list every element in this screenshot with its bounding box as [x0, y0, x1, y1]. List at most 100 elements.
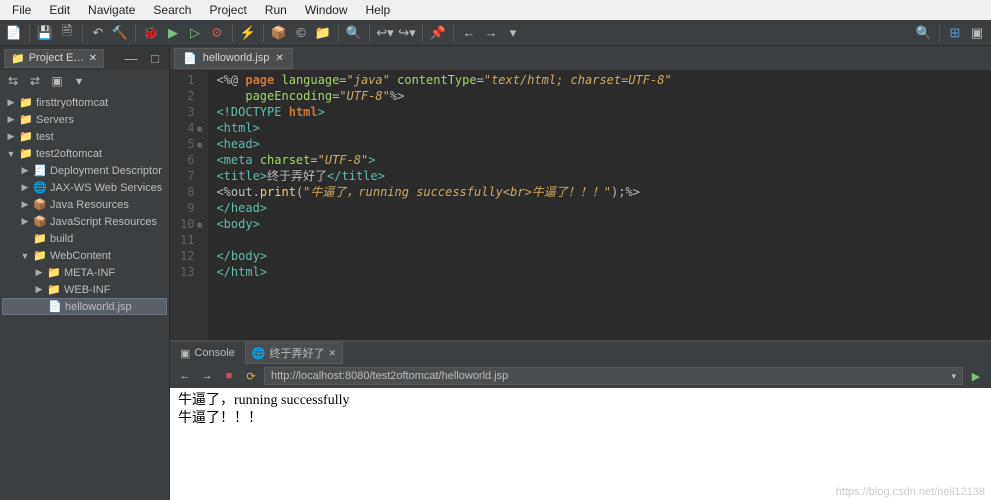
view-menu-icon[interactable]: ▾ [70, 72, 88, 90]
tree-item[interactable]: ▶📦JavaScript Resources [2, 213, 167, 230]
pin-icon[interactable]: 📌 [428, 23, 448, 43]
tree-item[interactable]: 📁build [2, 230, 167, 247]
nav-back-dropdown-icon[interactable]: ↩▾ [375, 23, 395, 43]
open-perspective-icon[interactable]: ⊞ [945, 23, 965, 43]
nav-forward-icon[interactable]: → [481, 23, 501, 43]
new-server-icon[interactable]: ⚡ [238, 23, 258, 43]
close-icon[interactable]: ✕ [275, 53, 283, 64]
url-input[interactable] [271, 370, 947, 382]
bottom-tab-终于弄好了[interactable]: 🌐终于弄好了✕ [245, 342, 343, 364]
code-editor[interactable]: 1 2 3 4⊕5⊕6 7 8 9 10⊕11 12 13 <%@ page l… [170, 70, 991, 340]
expand-icon[interactable]: ▶ [34, 284, 44, 295]
menu-help[interactable]: Help [358, 2, 399, 18]
project-tree[interactable]: ▶📁firsttryoftomcat▶📁Servers▶📁test▼📁test2… [0, 92, 169, 500]
maximize-icon[interactable]: □ [145, 48, 165, 68]
tree-item[interactable]: ▶📁test [2, 128, 167, 145]
expand-icon[interactable]: ▼ [6, 149, 16, 159]
undo-icon[interactable]: ↶ [88, 23, 108, 43]
tree-label: JavaScript Resources [50, 216, 157, 228]
expand-icon[interactable]: ▶ [6, 114, 16, 125]
address-bar[interactable]: ▾ [264, 367, 963, 385]
browser-toolbar: ← → ■ ⟳ ▾ ▶ [170, 364, 991, 388]
browser-go-icon[interactable]: ▶ [967, 367, 985, 385]
watermark: https://blog.csdn.net/neil12138 [836, 486, 985, 498]
tree-item[interactable]: ▶🧾Deployment Descriptor [2, 162, 167, 179]
run-icon[interactable]: ▶ [163, 23, 183, 43]
menu-navigate[interactable]: Navigate [80, 2, 143, 18]
expand-icon[interactable]: ▶ [20, 165, 30, 176]
quick-access-icon[interactable]: 🔍 [914, 23, 934, 43]
expand-icon[interactable]: ▶ [6, 97, 16, 108]
nav-dropdown-icon[interactable]: ▾ [503, 23, 523, 43]
new-icon[interactable]: 📄 [4, 23, 24, 43]
tree-item[interactable]: ▶📁META-INF [2, 264, 167, 281]
focus-icon[interactable]: ▣ [48, 72, 66, 90]
editor-tab-helloworld[interactable]: 📄 helloworld.jsp ✕ [174, 48, 293, 69]
nav-back-icon[interactable]: ← [459, 23, 479, 43]
folder-icon: 📁 [11, 52, 25, 65]
tree-item[interactable]: ▶🌐JAX-WS Web Services [2, 179, 167, 196]
descriptor-icon: 🧾 [33, 164, 47, 178]
tree-item[interactable]: 📄helloworld.jsp [2, 298, 167, 315]
folder-icon: 📁 [47, 283, 61, 297]
tree-label: META-INF [64, 267, 115, 279]
new-package-icon[interactable]: 📦 [269, 23, 289, 43]
tree-label: Java Resources [50, 199, 129, 211]
expand-icon[interactable]: ▶ [20, 182, 30, 193]
search-icon[interactable]: 🔍 [344, 23, 364, 43]
new-folder-icon[interactable]: 📁 [313, 23, 333, 43]
expand-icon[interactable]: ▶ [34, 267, 44, 278]
url-dropdown-icon[interactable]: ▾ [947, 371, 956, 382]
tree-label: build [50, 233, 73, 245]
explorer-title: Project Expl… [29, 52, 85, 64]
page-text: 牛逼了！！！ [178, 410, 983, 428]
save-icon[interactable]: 💾 [35, 23, 55, 43]
explorer-tab[interactable]: 📁 Project Expl… ✕ [4, 49, 104, 68]
expand-icon[interactable]: ▼ [20, 251, 30, 261]
menu-project[interactable]: Project [201, 2, 254, 18]
editor-tab-label: helloworld.jsp [203, 52, 270, 64]
tree-label: Deployment Descriptor [50, 165, 162, 177]
tree-item[interactable]: ▶📁WEB-INF [2, 281, 167, 298]
close-icon[interactable]: ✕ [328, 348, 336, 359]
minimize-icon[interactable]: — [121, 48, 141, 68]
ext-tools-icon[interactable]: ⚙ [207, 23, 227, 43]
browser-forward-icon[interactable]: → [198, 367, 216, 385]
save-all-icon[interactable]: 🗎 [57, 23, 77, 43]
expand-icon[interactable]: ▶ [20, 216, 30, 227]
run-last-icon[interactable]: ▷ [185, 23, 205, 43]
menu-file[interactable]: File [4, 2, 39, 18]
build-icon[interactable]: 🔨 [110, 23, 130, 43]
browser-stop-icon[interactable]: ■ [220, 367, 238, 385]
page-text: 牛逼了，running successfully [178, 392, 983, 410]
menu-window[interactable]: Window [297, 2, 356, 18]
expand-icon[interactable]: ▶ [20, 199, 30, 210]
tree-item[interactable]: ▶📁firsttryoftomcat [2, 94, 167, 111]
jaxws-icon: 🌐 [33, 181, 47, 195]
project-icon: 📁 [19, 113, 33, 127]
src-icon: 📦 [33, 215, 47, 229]
browser-viewport[interactable]: 牛逼了，running successfully牛逼了！！！ https://b… [170, 388, 991, 500]
debug-icon[interactable]: 🐞 [141, 23, 161, 43]
expand-icon[interactable]: ▶ [6, 131, 16, 142]
menu-search[interactable]: Search [145, 2, 199, 18]
link-editor-icon[interactable]: ⇄ [26, 72, 44, 90]
browser-back-icon[interactable]: ← [176, 367, 194, 385]
menu-edit[interactable]: Edit [41, 2, 78, 18]
close-icon[interactable]: ✕ [89, 53, 97, 64]
bottom-tab-console[interactable]: ▣Console [174, 345, 241, 362]
src-icon: 📦 [33, 198, 47, 212]
collapse-all-icon[interactable]: ⇆ [4, 72, 22, 90]
project-icon: 📁 [19, 130, 33, 144]
new-class-icon[interactable]: © [291, 23, 311, 43]
menu-run[interactable]: Run [257, 2, 295, 18]
tree-item[interactable]: ▶📦Java Resources [2, 196, 167, 213]
tree-item[interactable]: ▼📁test2oftomcat [2, 145, 167, 162]
perspective-icon[interactable]: ▣ [967, 23, 987, 43]
tree-item[interactable]: ▶📁Servers [2, 111, 167, 128]
browser-refresh-icon[interactable]: ⟳ [242, 367, 260, 385]
folder-icon: 📁 [33, 232, 47, 246]
nav-forward-dropdown-icon[interactable]: ↪▾ [397, 23, 417, 43]
tree-item[interactable]: ▼📁WebContent [2, 247, 167, 264]
bottom-panel: ▣Console🌐终于弄好了✕ ← → ■ ⟳ ▾ ▶ 牛逼了，running … [170, 340, 991, 500]
